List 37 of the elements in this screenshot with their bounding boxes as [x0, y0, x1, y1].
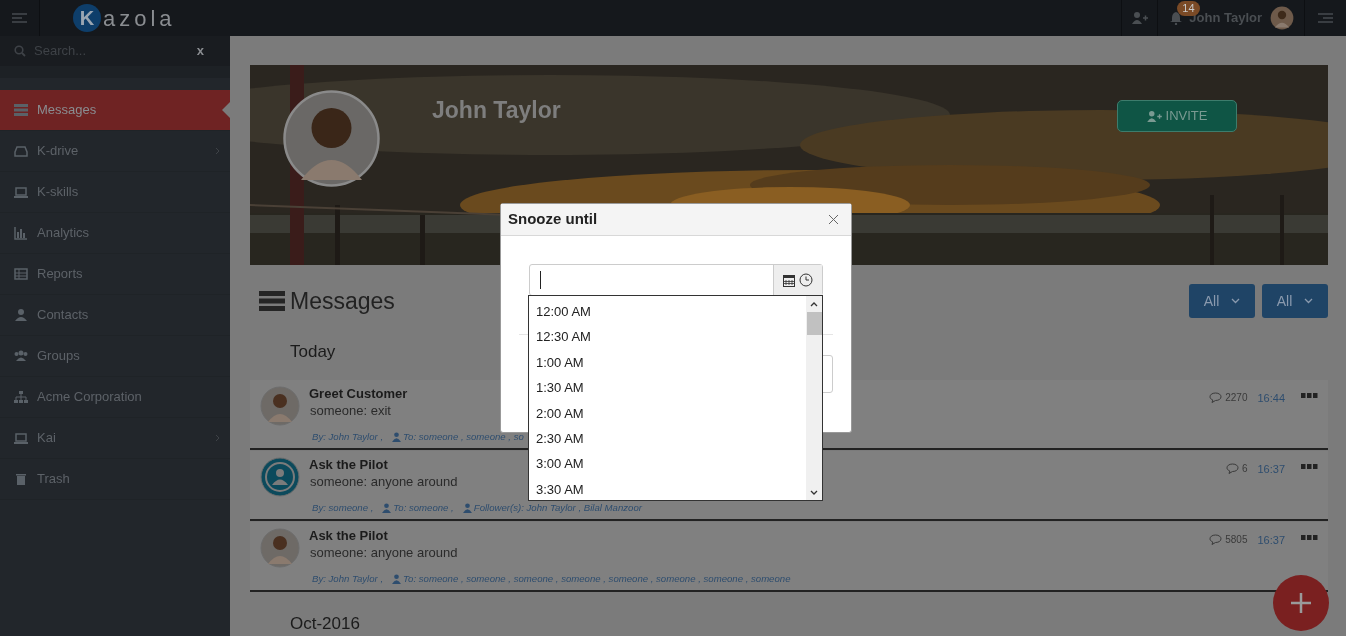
message-time: 16:37 [1257, 532, 1285, 548]
sidebar-item-label: Analytics [37, 224, 90, 243]
profile-name: John Taylor [432, 96, 561, 125]
comment-count: 2270 [1225, 390, 1248, 405]
comment-count: 5805 [1225, 532, 1248, 547]
dialog-title: Snooze until [508, 209, 599, 230]
date-group-label: Today [290, 341, 336, 363]
message-title: Ask the Pilot [309, 456, 388, 473]
message-author: By: someone , [312, 500, 374, 515]
message-recipients: To: someone , someone , someone , someone , someone , someone , someone , someone [403, 571, 791, 586]
sidebar-item-label: Groups [37, 347, 80, 366]
message-followers: Follower(s): John Taylor , Bilal Manzoor [473, 500, 642, 515]
message-preview: someone: exit [310, 401, 391, 420]
message-author: By: John Taylor , [312, 571, 384, 586]
message-title: Ask the Pilot [309, 527, 388, 544]
logo-mark: K [73, 4, 101, 32]
message-time: 16:37 [1257, 461, 1285, 477]
comment-count: 6 [1241, 461, 1248, 476]
message-title: Greet Customer [309, 385, 408, 402]
message-time: 16:44 [1257, 390, 1285, 406]
sidebar-item-label: Reports [37, 265, 83, 284]
sidebar-item-label: Acme Corporation [37, 388, 142, 407]
sidebar-item-label: Kai [37, 429, 56, 448]
brand-name: azola [103, 4, 176, 33]
sidebar-item-label: K-skills [37, 183, 79, 202]
message-recipients: To: someone , someone , so [403, 429, 524, 444]
date-group-label: Oct-2016 [290, 612, 360, 635]
message-preview: someone: anyone around [310, 472, 458, 491]
sidebar-item-label: K-drive [37, 142, 79, 161]
sidebar-item-label: Contacts [37, 306, 89, 325]
sidebar-item-label: Trash [37, 470, 70, 489]
message-author: By: John Taylor , [312, 429, 384, 444]
message-preview: someone: anyone around [310, 543, 458, 562]
notification-badge: 14 [1177, 1, 1200, 16]
page-title: Messages [290, 286, 395, 316]
sidebar-item-label: Messages [37, 101, 97, 120]
message-recipients: To: someone , [393, 500, 454, 515]
